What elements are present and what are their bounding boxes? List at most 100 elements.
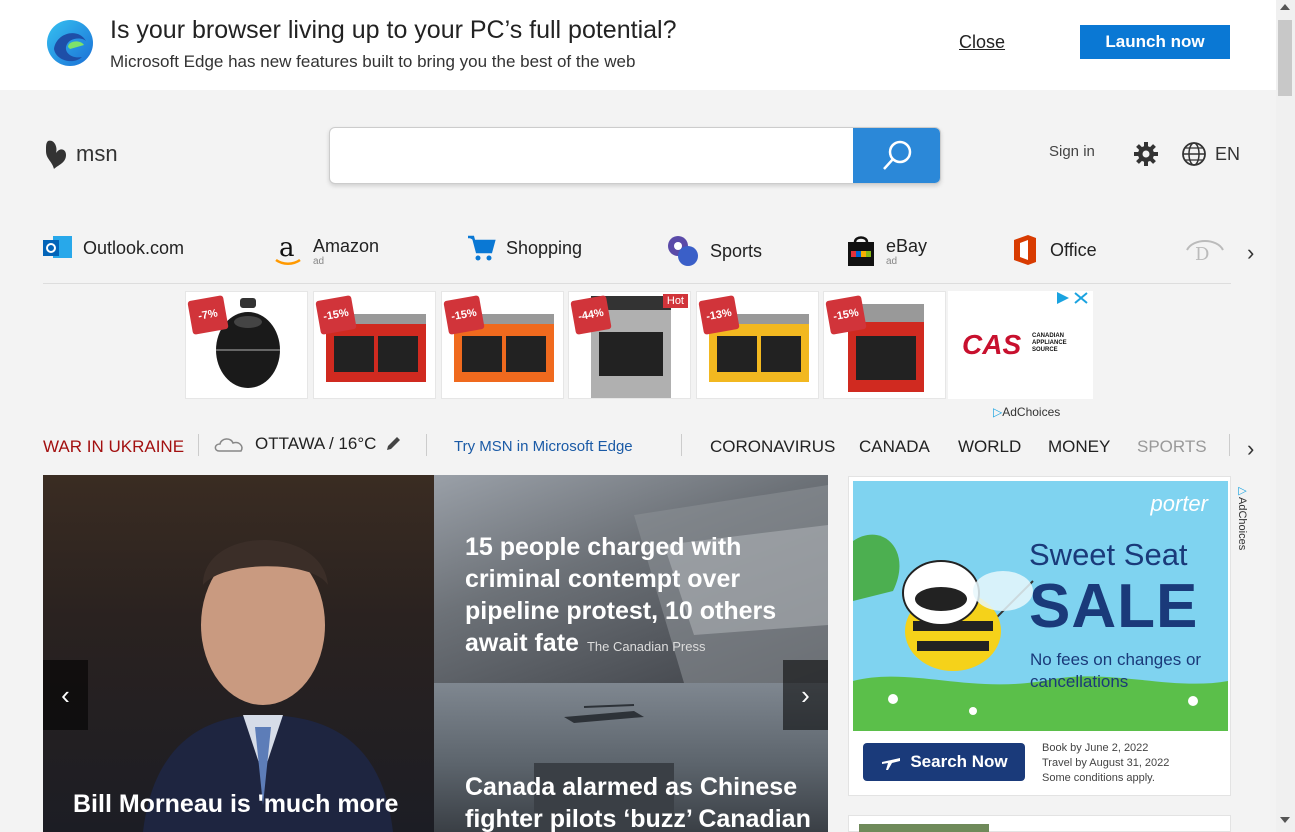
disney-plus-icon: D [1186,240,1224,264]
outlook-icon [43,236,72,258]
hero-top-headline[interactable]: 15 people charged with criminal contempt… [465,531,795,663]
nav-weather[interactable]: OTTAWA / 16°C [213,434,402,454]
amazon-icon: a [275,234,301,265]
globe-icon [1182,142,1206,166]
page-scrollbar[interactable] [1276,0,1295,832]
nav-money[interactable]: MONEY [1048,437,1110,457]
weather-text: OTTAWA / 16°C [255,434,377,453]
ebay-bag-icon [848,236,874,266]
nav-coronavirus[interactable]: CORONAVIRUS [710,437,835,457]
search-icon [883,140,912,170]
quicklink-sports[interactable]: Sports [666,234,762,268]
adchoices-triangle-icon: ▷ [1236,484,1248,497]
search-button[interactable] [853,128,940,183]
carousel-next-chevron-icon[interactable]: › [783,660,828,730]
close-ad-icon[interactable] [1073,291,1089,305]
cas-logo: CAS [962,329,1022,360]
pencil-edit-icon[interactable] [384,435,402,453]
porter-ad-creative: porter Sweet Seat SALE No fees on change… [853,481,1228,731]
nav-war-in-ukraine[interactable]: WAR IN UKRAINE [43,437,184,457]
discount-badge: -13% [698,295,740,335]
discount-badge: -15% [315,295,357,335]
product-tile[interactable]: -15% [823,291,946,399]
nav-divider [1229,434,1230,456]
quicklink-office[interactable]: Office [1010,234,1097,266]
search-input[interactable] [330,128,853,183]
porter-ad[interactable]: porter Sweet Seat SALE No fees on change… [848,476,1231,796]
nav-next-chevron-icon[interactable]: › [1247,436,1254,462]
msn-butterfly-icon [46,140,66,169]
scroll-thumb[interactable] [1278,20,1292,96]
product-tile[interactable]: -44% Hot [568,291,691,399]
quicklink-label: Office [1050,239,1097,260]
discount-badge: -44% [570,295,612,335]
ad-body: No fees on changes or cancellations [1030,650,1202,691]
scroll-down-arrow-icon[interactable] [1280,817,1290,823]
news-card-thumbnail [859,824,989,832]
edge-logo-icon [47,20,93,66]
quicklink-label: eBay [886,235,928,256]
quicklink-outlook[interactable]: Outlook.com [43,234,184,262]
launch-now-button[interactable]: Launch now [1080,25,1230,59]
ad-label: ad [313,255,325,267]
ad-info-icons[interactable] [1055,291,1089,305]
adchoices-label: AdChoices [1236,497,1248,551]
quicklink-shopping[interactable]: Shopping [466,234,582,262]
quicklink-amazon[interactable]: a Amazon ad [273,234,379,268]
quicklink-label: Outlook.com [83,237,185,258]
ad-terms-line: Travel by August 31, 2022 [1042,757,1170,769]
ad-headline-1: Sweet Seat [1029,537,1188,572]
search-now-label: Search Now [910,752,1008,771]
product-tile[interactable]: -13% [696,291,819,399]
discount-badge: -15% [443,295,485,335]
nav-canada[interactable]: CANADA [859,437,930,457]
carousel-prev-chevron-icon[interactable]: ‹ [43,660,88,730]
news-card-partial[interactable] [848,815,1231,832]
sign-in-link[interactable]: Sign in [1049,143,1095,160]
language-selector[interactable]: EN [1181,141,1240,167]
product-tile[interactable]: -15% [313,291,436,399]
try-msn-edge-link[interactable]: Try MSN in Microsoft Edge [454,438,633,455]
product-tile[interactable]: -7% [185,291,308,399]
ad-terms-line: Some conditions apply. [1042,772,1155,784]
discount-badge: -7% [187,295,229,335]
search-box [329,127,941,184]
search-now-button[interactable]: Search Now [863,743,1025,781]
adchoices-label: AdChoices [1002,405,1061,419]
nav-sports[interactable]: SPORTS [1137,437,1207,457]
hot-badge: Hot [662,294,688,308]
ad-terms-line: Book by June 2, 2022 [1042,742,1149,754]
office-icon [1014,235,1036,265]
nav-world[interactable]: WORLD [958,437,1021,457]
hero-carousel: Bill Morneau is 'much more 15 people cha… [43,475,828,832]
nav-divider [426,434,427,456]
ad-terms: Book by June 2, 2022 Travel by August 31… [1042,741,1169,786]
quicklink-disney-partial[interactable]: D [1183,234,1227,264]
banner-subtitle: Microsoft Edge has new features built to… [110,52,636,71]
cas-subtitle: CANADIAN APPLIANCE SOURCE [1032,333,1067,353]
product-tile[interactable]: -15% [441,291,564,399]
adchoices-icon [1057,292,1069,304]
hero-bottom-card[interactable]: Canada alarmed as Chinese fighter pilots… [434,683,828,832]
language-label: EN [1215,143,1241,164]
quick-links-bar: Outlook.com a Amazon ad Shopping Sports [43,228,1231,284]
quicklinks-next-chevron-icon[interactable]: › [1247,240,1254,266]
product-ad-strip: -7% -15% -15% -44% Hot -13% -15% CAS CAN… [185,291,1093,401]
banner-close-link[interactable]: Close [959,32,1005,53]
nav-divider [681,434,682,456]
hero-main-headline[interactable]: Bill Morneau is 'much more [73,789,413,819]
msn-logo[interactable]: msn [44,137,118,171]
adchoices-vertical-link[interactable]: ▷AdChoices [1236,484,1249,550]
adchoices-link[interactable]: ▷AdChoices [993,405,1060,419]
hero-bottom-headline[interactable]: Canada alarmed as Chinese fighter pilots… [465,771,815,832]
hero-main-photo [143,540,393,832]
gear-icon[interactable] [1133,141,1159,167]
hero-top-source: The Canadian Press [586,639,706,654]
cas-brand-tile[interactable]: CAS CANADIAN APPLIANCE SOURCE [948,291,1093,399]
airplane-icon [882,758,901,770]
sports-icon [668,236,698,266]
quicklink-ebay[interactable]: eBay ad [846,234,927,268]
scroll-up-arrow-icon[interactable] [1280,4,1290,10]
hero-main-card[interactable]: Bill Morneau is 'much more [43,475,434,832]
hero-top-card[interactable]: 15 people charged with criminal contempt… [434,475,828,683]
